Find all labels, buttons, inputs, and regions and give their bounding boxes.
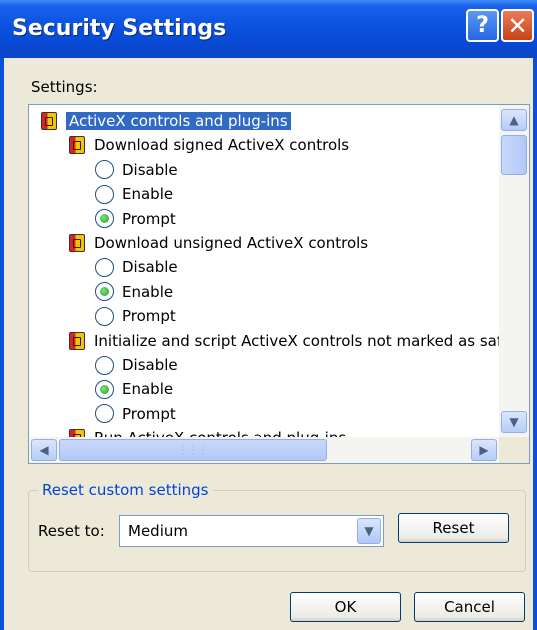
settings-tree: ActiveX controls and plug-ins Download si… — [29, 105, 499, 437]
radio-unchecked-icon[interactable] — [95, 355, 114, 375]
security-level-value: Medium — [128, 522, 188, 540]
settings-list[interactable]: ActiveX controls and plug-ins Download si… — [28, 104, 530, 464]
ok-button[interactable]: OK — [290, 592, 401, 622]
radio-checked-icon[interactable] — [95, 282, 114, 302]
radio-option[interactable]: Disable — [95, 353, 178, 377]
tree-item-label: Disable — [122, 356, 178, 374]
security-shield-icon — [69, 136, 85, 155]
radio-checked-icon[interactable] — [95, 379, 114, 399]
tree-item-label: Enable — [122, 380, 174, 399]
tree-item-label: Prompt — [122, 209, 176, 228]
reset-button[interactable]: Reset — [398, 513, 509, 543]
radio-option[interactable]: Enable — [95, 280, 173, 304]
tree-item-label: Disable — [122, 160, 178, 179]
settings-item[interactable]: Initialize and script ActiveX controls n… — [69, 329, 499, 353]
tree-item-label: Initialize and script ActiveX controls n… — [94, 331, 499, 350]
tree-item-label: Download signed ActiveX controls — [94, 136, 350, 155]
chevron-right-icon: ▶ — [479, 443, 489, 457]
radio-option[interactable]: Disable — [95, 158, 178, 182]
settings-item[interactable]: Run ActiveX controls and plug-ins — [69, 426, 346, 437]
cancel-button[interactable]: Cancel — [414, 592, 525, 622]
window-frame-right — [533, 58, 537, 630]
title-bar[interactable]: Security Settings ? ✕ — [0, 0, 537, 58]
horizontal-scroll-thumb[interactable]: ⋮⋮⋮ — [59, 439, 327, 461]
window-title: Security Settings — [12, 16, 227, 41]
tree-item-label: Download unsigned ActiveX controls — [94, 234, 369, 252]
radio-option[interactable]: Prompt — [95, 304, 176, 328]
settings-label: Settings: — [31, 78, 98, 96]
scroll-up-button[interactable]: ▲ — [501, 109, 527, 131]
reset-to-label: Reset to: — [38, 522, 105, 540]
radio-checked-icon[interactable] — [95, 209, 114, 229]
chevron-down-icon: ▼ — [364, 524, 374, 538]
dropdown-button[interactable]: ▼ — [357, 518, 381, 544]
radio-option[interactable]: Enable — [95, 377, 173, 401]
close-button[interactable]: ✕ — [501, 9, 534, 42]
radio-unchecked-icon[interactable] — [95, 160, 114, 180]
security-shield-icon — [69, 429, 85, 437]
radio-unchecked-icon[interactable] — [95, 306, 114, 326]
security-level-select[interactable]: Medium ▼ — [119, 515, 384, 547]
reset-group-legend: Reset custom settings — [38, 481, 213, 499]
security-shield-icon — [69, 234, 85, 252]
radio-option[interactable]: Prompt — [95, 207, 176, 231]
window-frame-left — [0, 58, 4, 630]
tree-item-label: Enable — [122, 282, 174, 301]
grip-icon: ⋮⋮⋮ — [178, 444, 208, 456]
radio-unchecked-icon[interactable] — [95, 257, 114, 277]
security-shield-icon — [41, 112, 57, 130]
radio-unchecked-icon[interactable] — [95, 184, 114, 204]
tree-item-label: Run ActiveX controls and plug-ins — [94, 429, 346, 437]
radio-option[interactable]: Enable — [95, 182, 173, 206]
vertical-scrollbar[interactable]: ▲ ▼ — [499, 105, 529, 437]
tree-item-label: Enable — [122, 185, 174, 204]
chevron-down-icon: ▼ — [509, 415, 519, 429]
scroll-left-button[interactable]: ◀ — [31, 439, 57, 461]
help-icon: ? — [476, 13, 489, 38]
radio-option[interactable]: Disable — [95, 255, 178, 279]
tree-item-label: ActiveX controls and plug-ins — [66, 112, 291, 130]
radio-unchecked-icon[interactable] — [95, 404, 114, 424]
security-shield-icon — [69, 331, 85, 350]
chevron-up-icon: ▲ — [509, 113, 519, 127]
settings-category[interactable]: ActiveX controls and plug-ins — [41, 109, 291, 133]
scroll-right-button[interactable]: ▶ — [471, 439, 497, 461]
horizontal-scrollbar[interactable]: ◀ ⋮⋮⋮ ▶ — [29, 437, 499, 463]
vertical-scroll-thumb[interactable] — [501, 135, 527, 175]
scroll-down-button[interactable]: ▼ — [501, 411, 527, 433]
tree-item-label: Prompt — [122, 404, 176, 423]
help-button[interactable]: ? — [466, 9, 499, 42]
tree-item-label: Disable — [122, 258, 178, 277]
scroll-corner — [499, 437, 529, 463]
chevron-left-icon: ◀ — [39, 443, 49, 457]
tree-item-label: Prompt — [122, 307, 176, 326]
close-icon: ✕ — [507, 11, 528, 40]
settings-item[interactable]: Download signed ActiveX controls — [69, 133, 349, 157]
security-settings-dialog: Security Settings ? ✕ Settings: ActiveX … — [0, 0, 537, 630]
settings-item[interactable]: Download unsigned ActiveX controls — [69, 231, 368, 255]
radio-option[interactable]: Prompt — [95, 402, 176, 426]
